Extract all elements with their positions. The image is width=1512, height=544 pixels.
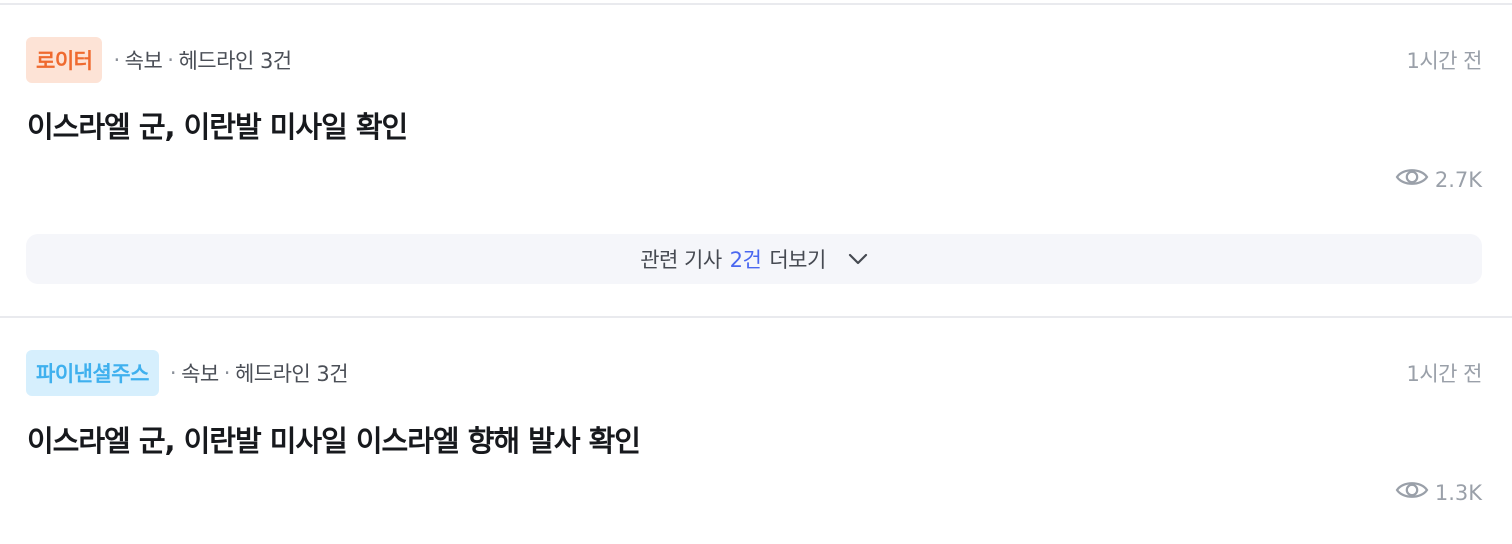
meta-info: · 속보 · 헤드라인 3건 <box>165 358 349 388</box>
category-label: 속보 <box>124 49 163 73</box>
article-title[interactable]: 이스라엘 군, 이란발 미사일 이스라엘 향해 발사 확인 <box>27 418 641 460</box>
view-count-value: 1.3K <box>1434 480 1482 505</box>
separator-dot: · <box>169 361 177 385</box>
article-title[interactable]: 이스라엘 군, 이란발 미사일 확인 <box>27 104 408 146</box>
related-suffix: 더보기 <box>769 248 826 272</box>
headline-count: 헤드라인 3건 <box>178 49 292 73</box>
eye-icon <box>1395 166 1429 193</box>
category-label: 속보 <box>181 362 219 386</box>
source-badge[interactable]: 파이낸셜주스 <box>26 350 159 396</box>
related-articles-button[interactable]: 관련 기사 2건 더보기 <box>26 234 1482 284</box>
related-prefix: 관련 기사 <box>640 248 722 272</box>
view-count: 1.3K <box>1395 479 1482 506</box>
news-feed: 로이터 · 속보 · 헤드라인 3건 1시간 전 이스라엘 군, 이란발 미사일… <box>0 0 1512 544</box>
related-count: 2건 <box>729 248 762 272</box>
card-meta: 로이터 · 속보 · 헤드라인 3건 1시간 전 <box>26 37 1482 83</box>
timestamp: 1시간 전 <box>1406 49 1483 73</box>
meta-info: · 속보 · 헤드라인 3건 <box>108 45 292 75</box>
news-card[interactable]: 로이터 · 속보 · 헤드라인 3건 1시간 전 이스라엘 군, 이란발 미사일… <box>0 0 1512 316</box>
separator-dot: · <box>223 361 231 385</box>
source-badge[interactable]: 로이터 <box>26 37 103 83</box>
timestamp: 1시간 전 <box>1406 362 1483 386</box>
chevron-down-icon <box>848 253 868 265</box>
view-count-value: 2.7K <box>1434 167 1482 192</box>
separator-dot: · <box>167 48 174 72</box>
card-meta: 파이낸셜주스 · 속보 · 헤드라인 3건 1시간 전 <box>26 350 1482 396</box>
separator-dot: · <box>113 48 120 72</box>
headline-count: 헤드라인 3건 <box>234 362 349 386</box>
view-count: 2.7K <box>1395 166 1482 193</box>
eye-icon <box>1395 479 1429 506</box>
